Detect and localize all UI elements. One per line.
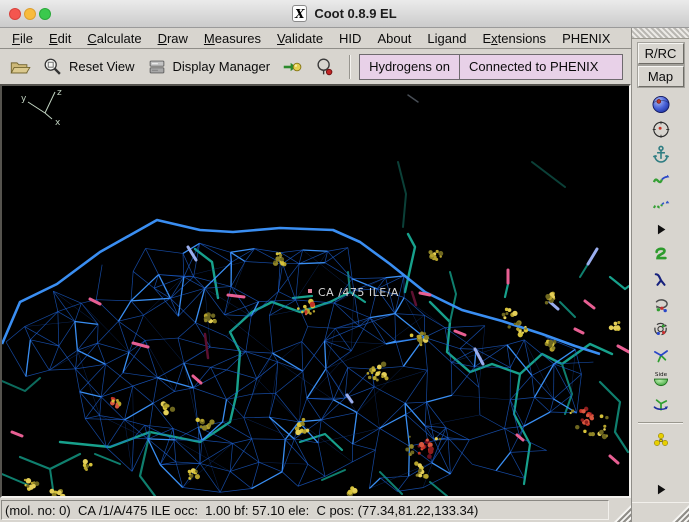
status-text: (mol. no: 0) CA /1/A/475 ILE occ: 1.00 b…	[5, 502, 479, 518]
density-mesh	[2, 218, 601, 493]
display-manager-label: Display Manager	[172, 59, 271, 74]
expand-arrow-icon[interactable]	[650, 219, 672, 240]
sidebar-icons: Side	[632, 94, 689, 502]
menu-item-edit[interactable]: Edit	[41, 29, 79, 48]
rotate-translate-icon[interactable]	[650, 294, 672, 315]
refine-zone-icon[interactable]	[650, 169, 672, 190]
x11-app-icon: X	[292, 5, 308, 22]
edit-chi-icon[interactable]	[650, 344, 672, 365]
toolbar-separator	[349, 54, 351, 79]
status-frame: (mol. no: 0) CA /1/A/475 ILE occ: 1.00 b…	[1, 500, 609, 520]
folder-icon	[9, 56, 31, 78]
menu-item-validate[interactable]: Validate	[269, 29, 331, 48]
menu-item-file[interactable]: File	[4, 29, 41, 48]
anchor-icon[interactable]	[650, 144, 672, 165]
flip-peptide-icon[interactable]	[650, 394, 672, 415]
refine-dashed-icon[interactable]	[650, 194, 672, 215]
statusbar-resize-grip[interactable]	[614, 505, 631, 522]
hydrogens-toggle[interactable]: Hydrogens on	[360, 55, 459, 79]
regularize-icon[interactable]	[650, 269, 672, 290]
menu-item-ligand[interactable]: Ligand	[419, 29, 474, 48]
sphere-icon[interactable]	[650, 94, 672, 115]
menu-item-phenix[interactable]: PHENIX	[554, 29, 618, 48]
menu-item-extensions[interactable]: Extensions	[474, 29, 554, 48]
svg-text:CA /475 ILE/A: CA /475 ILE/A	[318, 286, 399, 299]
reset-view-label: Reset View	[69, 59, 135, 74]
rotamer-icon[interactable]	[650, 319, 672, 340]
toolbar: Reset View Display Manager Hydrogens on …	[0, 49, 631, 84]
side-chain-icon[interactable]: Side	[650, 369, 672, 390]
sidebar-drag-handle[interactable]	[632, 28, 689, 39]
real-space-refine-icon[interactable]	[650, 244, 672, 265]
go-to-atom-icon	[281, 56, 303, 78]
axes-indicator: z y x	[21, 88, 62, 128]
reset-view-button[interactable]: Reset View	[38, 54, 139, 80]
scene-svg[interactable]: z y x CA /475 ILE/A	[2, 86, 629, 496]
svg-text:x: x	[55, 118, 61, 128]
window-controls	[9, 8, 51, 20]
sidebar-resize-grip[interactable]	[672, 505, 689, 522]
toggle-strip: Hydrogens on Connected to PHENIX	[359, 53, 623, 80]
graphics-canvas[interactable]: z y x CA /475 ILE/A	[0, 84, 631, 498]
model-sticks	[2, 94, 629, 496]
close-button[interactable]	[9, 8, 21, 20]
menu-item-draw[interactable]: Draw	[150, 29, 196, 48]
menu-item-calculate[interactable]: Calculate	[79, 29, 149, 48]
display-manager-button[interactable]: Display Manager	[142, 54, 275, 80]
window-titlebar[interactable]: X Coot 0.8.9 EL	[0, 0, 689, 28]
atom-label: CA /475 ILE/A	[308, 286, 399, 299]
window-title: Coot 0.8.9 EL	[314, 6, 397, 21]
svg-text:z: z	[57, 88, 62, 98]
title-group: X Coot 0.8.9 EL	[292, 5, 397, 22]
phenix-connection-status[interactable]: Connected to PHENIX	[459, 54, 622, 79]
sidebar-toolbar: R/RC Map Side	[631, 28, 689, 522]
rrc-button[interactable]: R/RC	[637, 43, 684, 64]
mutate-icon[interactable]	[650, 430, 672, 451]
add-atom-button[interactable]	[310, 54, 340, 80]
open-coordinates-button[interactable]	[5, 54, 35, 80]
coot-window: X Coot 0.8.9 EL File Edit Calculate Draw Mea…	[0, 0, 689, 522]
expand-bottom-icon[interactable]	[650, 479, 672, 500]
minimize-button[interactable]	[24, 8, 36, 20]
go-to-atom-button[interactable]	[277, 54, 307, 80]
sidebar-bottom	[632, 502, 689, 522]
svg-text:Side: Side	[654, 372, 667, 378]
display-manager-icon	[146, 56, 168, 78]
menu-item-measures[interactable]: Measures	[196, 29, 269, 48]
map-button[interactable]: Map	[637, 66, 684, 87]
menubar: File Edit Calculate Draw Measures Validate HID…	[0, 28, 631, 49]
menu-item-hid[interactable]: HID	[331, 29, 369, 48]
sidebar-separator	[637, 422, 684, 423]
magnifier-icon	[42, 56, 64, 78]
zoom-button[interactable]	[39, 8, 51, 20]
menu-item-about[interactable]: About	[369, 29, 419, 48]
crosshair-icon[interactable]	[650, 119, 672, 140]
svg-text:y: y	[21, 94, 27, 104]
bond-segments	[10, 245, 629, 465]
statusbar: (mol. no: 0) CA /1/A/475 ILE occ: 1.00 b…	[0, 498, 631, 522]
add-atom-icon	[314, 56, 336, 78]
